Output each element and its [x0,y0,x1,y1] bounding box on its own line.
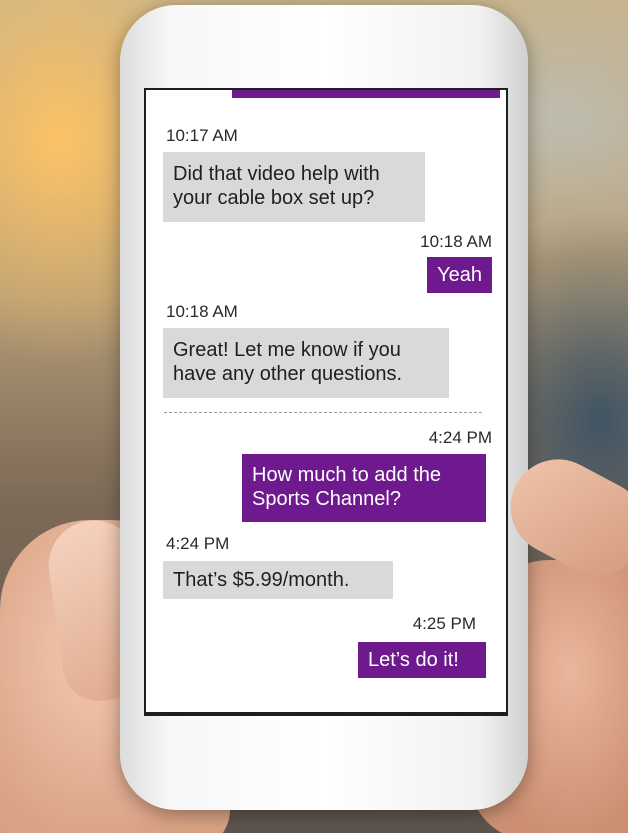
outgoing-message-bubble[interactable]: Yeah [427,257,492,293]
message-line: Did that video help with [173,163,380,185]
message-timestamp: 4:24 PM [428,428,492,447]
message-line: have any other questions. [173,363,403,385]
message-timestamp: 4:24 PM [166,534,230,553]
header-accent-bar [232,90,500,98]
incoming-message-bubble[interactable]: Did that video help with your cable box … [163,152,425,222]
message-line: Great! Let me know if you [173,339,401,361]
message-timestamp: 10:18 AM [166,302,238,321]
message-line: How much to add the [252,464,441,486]
conversation-divider [164,412,482,413]
outgoing-message-bubble[interactable]: How much to add the Sports Channel? [242,454,486,522]
screen-bottom-edge [146,712,506,714]
message-line: Sports Channel? [252,488,401,510]
message-line: That’s $5.99/month. [173,569,350,591]
message-line: Let’s do it! [368,649,459,671]
message-line: your cable box set up? [173,187,375,209]
outgoing-message-bubble[interactable]: Let’s do it! [358,642,486,678]
message-line: Yeah [437,264,482,286]
message-timestamp: 10:18 AM [420,232,492,251]
incoming-message-bubble[interactable]: That’s $5.99/month. [163,561,393,599]
photo-background: 10:17 AM Did that video help with your c… [0,0,628,833]
message-timestamp: 4:25 PM [412,614,476,633]
message-timestamp: 10:17 AM [166,126,238,145]
incoming-message-bubble[interactable]: Great! Let me know if you have any other… [163,328,449,398]
phone-screen: 10:17 AM Did that video help with your c… [144,88,508,716]
